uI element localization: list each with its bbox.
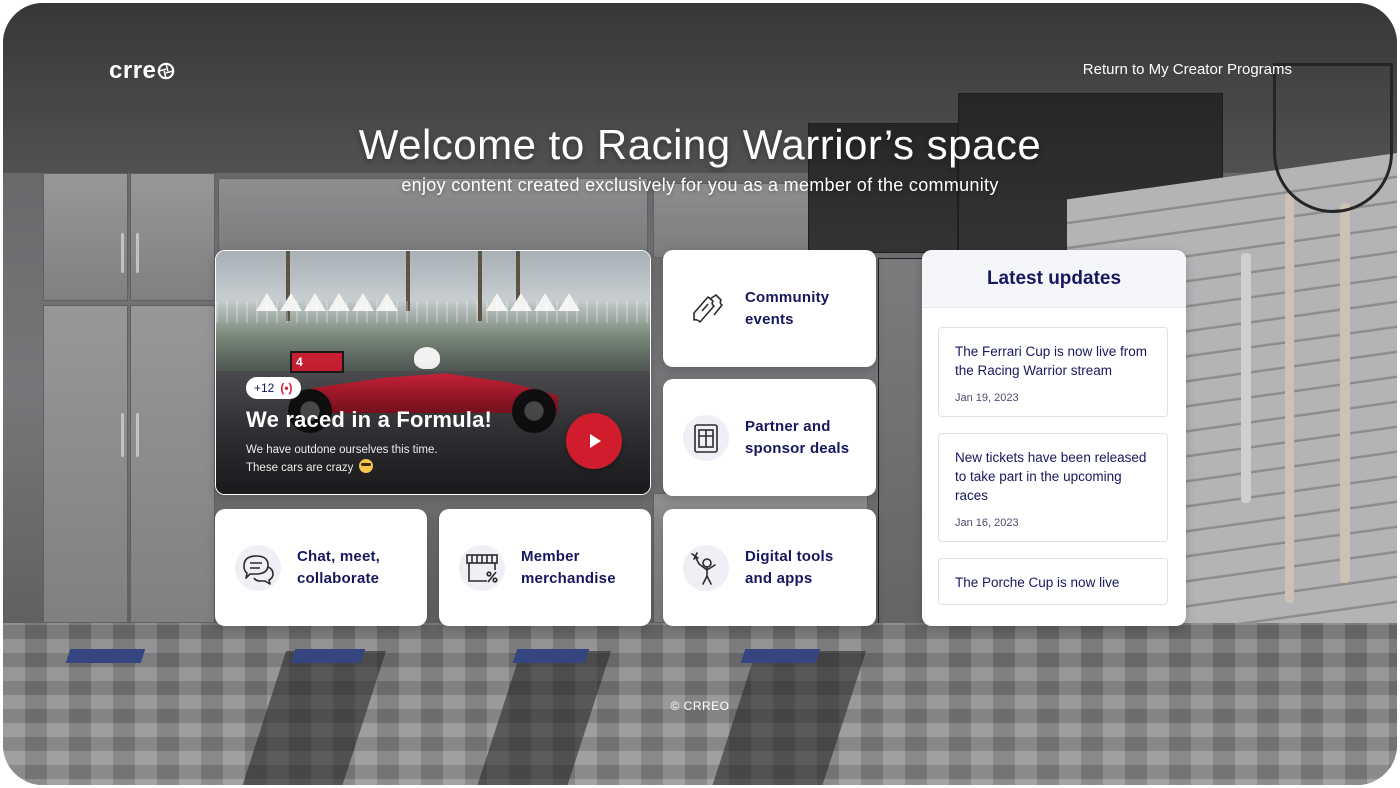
page-title: Welcome to Racing Warrior’s space (358, 121, 1042, 168)
update-text: New tickets have been released to take p… (955, 450, 1147, 503)
copyright-footer: © CRREO (670, 699, 730, 713)
update-text: The Porche Cup is now live (955, 575, 1120, 590)
crreo-logo[interactable]: crre (109, 57, 175, 85)
coupon-icon (683, 414, 729, 461)
digital-tools-apps-card[interactable]: Digital tools and apps (663, 509, 876, 626)
featured-video-title: We raced in a Formula! (246, 407, 493, 432)
member-merchandise-card[interactable]: Member merchandise (439, 509, 651, 626)
update-item[interactable]: The Ferrari Cup is now live from the Rac… (938, 327, 1168, 417)
page-subtitle: enjoy content created exclusively for yo… (401, 175, 999, 195)
lens-logo-icon (158, 62, 175, 80)
chat-label: Chat, meet, collaborate (297, 547, 381, 587)
updates-list[interactable]: The Ferrari Cup is now live from the Rac… (938, 327, 1168, 610)
live-viewers-badge: +12 (•) (246, 377, 301, 399)
merchandise-label: Member merchandise (521, 547, 616, 587)
update-text: The Ferrari Cup is now live from the Rac… (955, 344, 1148, 378)
digital-tools-label: Digital tools and apps (745, 547, 834, 587)
update-item[interactable]: New tickets have been released to take p… (938, 433, 1168, 542)
update-item[interactable]: The Porche Cup is now live (938, 558, 1168, 605)
featured-video-description: We have outdone ourselves this time. The… (246, 444, 438, 474)
chat-meet-collaborate-card[interactable]: Chat, meet, collaborate (215, 509, 427, 626)
community-events-label: Community events (745, 288, 830, 328)
update-date: Jan 16, 2023 (955, 517, 1019, 529)
person-tools-icon (683, 544, 729, 591)
partner-deals-label: Partner and sponsor deals (745, 417, 850, 457)
viewers-count: +12 (254, 381, 275, 395)
return-to-creator-programs-link[interactable]: Return to My Creator Programs (1083, 61, 1292, 78)
app-frame: crre Return to My Creator Programs Welco… (3, 3, 1397, 785)
mind-blown-emoji-icon (358, 459, 373, 473)
tickets-icon (683, 286, 729, 332)
update-date: Jan 19, 2023 (955, 392, 1019, 404)
latest-updates-title: Latest updates (922, 250, 1186, 308)
featured-video-card[interactable]: 4 +12 (•) We raced in a Formula! We have… (215, 250, 651, 495)
live-broadcast-icon: (•) (280, 381, 293, 395)
play-button[interactable] (566, 413, 622, 469)
community-events-card[interactable]: Community events (663, 250, 876, 367)
latest-updates-panel: Latest updates The Ferrari Cup is now li… (922, 250, 1186, 626)
logo-text: crre (109, 57, 157, 84)
chat-bubbles-icon (235, 544, 281, 591)
partner-sponsor-deals-card[interactable]: Partner and sponsor deals (663, 379, 876, 496)
store-discount-icon (459, 544, 505, 591)
play-icon (590, 434, 601, 448)
